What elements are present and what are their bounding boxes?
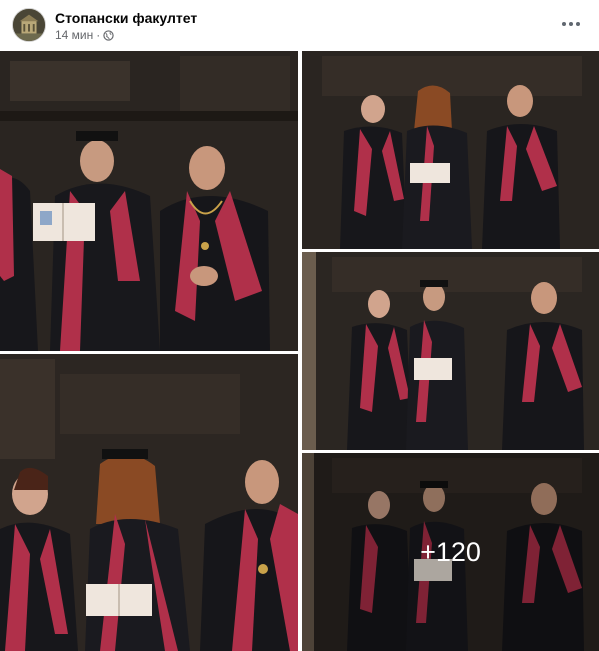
photo-5-more[interactable]: +120 xyxy=(302,453,599,651)
photo-1[interactable] xyxy=(0,51,298,351)
meta-separator: · xyxy=(96,28,101,42)
photo-3[interactable] xyxy=(302,51,599,249)
post-header: Стопански факултет 14 мин · xyxy=(0,0,599,50)
post-meta: 14 мин · xyxy=(55,28,114,42)
globe-icon[interactable] xyxy=(103,29,114,41)
page-name-link[interactable]: Стопански факултет xyxy=(55,10,197,26)
photo-4[interactable] xyxy=(302,252,599,450)
page-avatar[interactable] xyxy=(12,8,46,42)
more-photos-overlay[interactable]: +120 xyxy=(302,453,599,651)
more-photos-count: +120 xyxy=(420,536,481,567)
photo-2[interactable] xyxy=(0,354,298,651)
more-options-icon[interactable] xyxy=(557,12,585,36)
post-timestamp[interactable]: 14 мин xyxy=(55,28,93,42)
photo-grid: +120 xyxy=(0,51,599,651)
